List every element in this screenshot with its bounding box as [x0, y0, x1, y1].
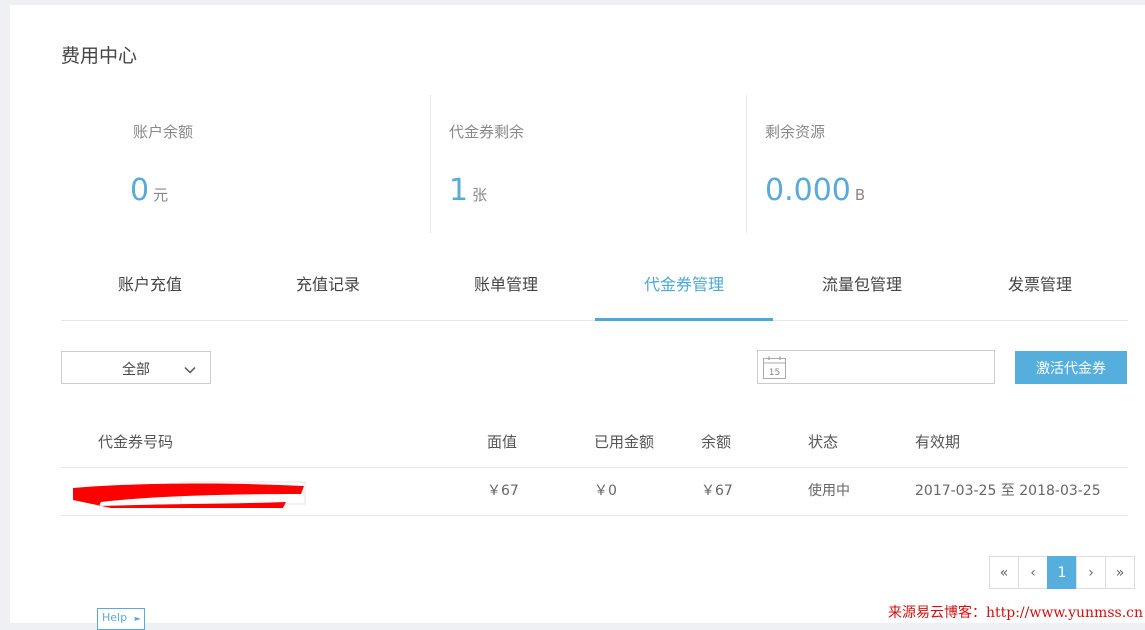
filter-selected-value: 全部 — [122, 362, 150, 378]
activate-voucher-button[interactable]: 激活代金券 — [1015, 351, 1127, 384]
stat-remaining-resources: 剩余资源 0.000 B — [746, 95, 1107, 233]
stat-label: 代金券剩余 — [449, 123, 525, 141]
stat-label: 剩余资源 — [765, 123, 826, 141]
page-last-button[interactable]: » — [1105, 556, 1135, 589]
tab-recharge-records[interactable]: 充值记录 — [239, 261, 417, 318]
page-first-button[interactable]: « — [989, 556, 1019, 589]
tab-voucher-management[interactable]: 代金券管理 — [595, 261, 773, 321]
stat-value: 1 — [449, 173, 469, 208]
cell-validity: 2017-03-25 至 2018-03-25 — [915, 483, 1101, 499]
stat-value-row: 1张 — [449, 173, 487, 208]
tab-bill-management[interactable]: 账单管理 — [417, 261, 595, 318]
tab-account-recharge[interactable]: 账户充值 — [61, 261, 239, 318]
calendar-icon: 15 — [762, 356, 788, 384]
stat-value-row: 0元 — [130, 173, 168, 208]
tab-traffic-package-management[interactable]: 流量包管理 — [773, 261, 951, 318]
source-watermark: 来源易云博客：http://www.yunmss.cn — [887, 605, 1143, 621]
header-voucher-code: 代金券号码 — [98, 433, 174, 451]
help-label: Help — [102, 611, 128, 624]
stat-value: 0.000 — [765, 173, 851, 208]
page-prev-button[interactable]: ‹ — [1018, 556, 1048, 589]
stat-unit: B — [854, 186, 866, 204]
header-face-value: 面值 — [487, 433, 518, 451]
voucher-table: 代金券号码 面值 已用金额 余额 状态 有效期 ￥67 ￥0 ￥67 使用中 2… — [61, 417, 1128, 516]
page-title: 费用中心 — [61, 45, 138, 67]
header-used-amount: 已用金额 — [594, 433, 655, 451]
cell-status: 使用中 — [808, 483, 850, 499]
status-filter-select[interactable]: 全部 — [61, 351, 211, 384]
arrow-right-icon: ► — [134, 614, 141, 623]
header-balance: 余额 — [701, 433, 732, 451]
billing-center-panel: 费用中心 账户余额 0元 代金券剩余 1张 剩余资源 0.000 B 账户充值 充… — [10, 5, 1145, 630]
stat-unit: 张 — [472, 186, 488, 204]
cell-used-amount: ￥0 — [594, 483, 617, 499]
help-button[interactable]: Help ► — [97, 608, 145, 630]
table-header-row: 代金券号码 面值 已用金额 余额 状态 有效期 — [61, 417, 1128, 468]
page-number-current[interactable]: 1 — [1047, 556, 1077, 589]
pagination: « ‹ 1 › » — [989, 556, 1135, 589]
tab-invoice-management[interactable]: 发票管理 — [951, 261, 1129, 318]
calendar-day-text: 15 — [769, 368, 780, 378]
stat-unit: 元 — [153, 186, 169, 204]
stat-value-row: 0.000 B — [765, 173, 865, 208]
chevron-down-icon — [184, 361, 196, 380]
table-row: ￥67 ￥0 ￥67 使用中 2017-03-25 至 2018-03-25 — [61, 468, 1128, 516]
page-next-button[interactable]: › — [1076, 556, 1106, 589]
stat-label: 账户余额 — [133, 123, 194, 141]
tab-bar: 账户充值 充值记录 账单管理 代金券管理 流量包管理 发票管理 — [61, 261, 1128, 321]
stat-voucher-remaining: 代金券剩余 1张 — [430, 95, 747, 233]
cell-balance: ￥67 — [701, 483, 733, 499]
date-range-input[interactable]: 15 — [757, 350, 995, 384]
header-validity: 有效期 — [915, 433, 961, 451]
redaction-scribble — [71, 480, 311, 514]
stat-value: 0 — [130, 173, 150, 208]
header-status: 状态 — [808, 433, 839, 451]
cell-face-value: ￥67 — [487, 483, 519, 499]
stat-account-balance: 账户余额 0元 — [61, 95, 430, 233]
